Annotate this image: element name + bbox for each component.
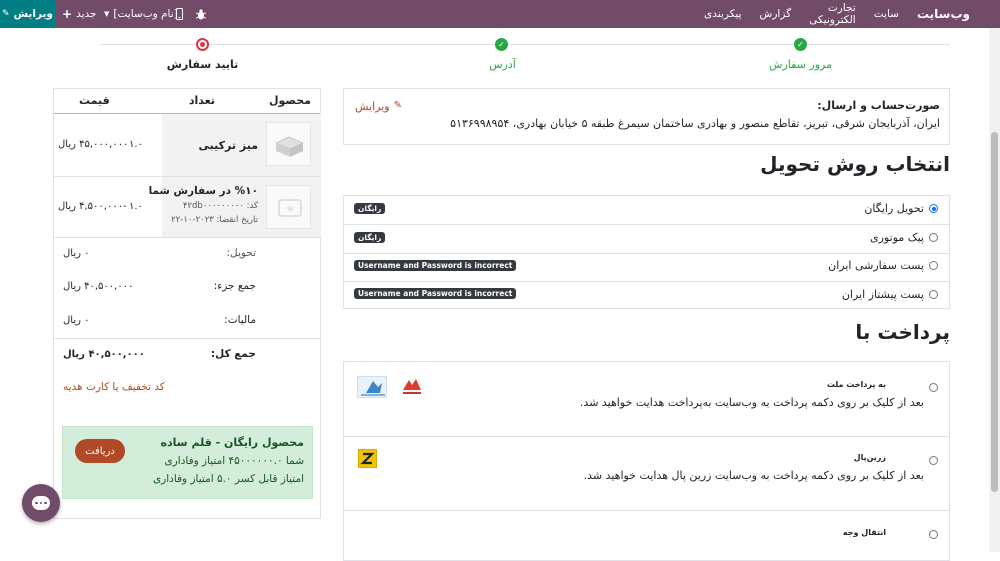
total-value-delivery: ۰ ریال xyxy=(63,248,90,259)
divider xyxy=(344,510,949,511)
step-done-check-icon: ✓ xyxy=(794,38,807,51)
chat-icon xyxy=(32,496,50,510)
edit-square-icon: ✎ xyxy=(393,100,402,111)
address-edit-label: ویرایش xyxy=(355,100,390,113)
claim-reward-button[interactable]: دریافت xyxy=(75,439,125,463)
reward-line1: شما ۴۵۰۰۰۰۰۰.۰ امتیاز وفاداری xyxy=(164,455,304,467)
reward-box: محصول رایگان - قلم ساده شما ۴۵۰۰۰۰۰۰.۰ ا… xyxy=(62,426,313,499)
shipping-methods-card: تحویل رایگان رایگان پیک موتوری رایگان پس… xyxy=(343,195,950,309)
new-button-label: جدید xyxy=(76,8,97,20)
top-navbar: ✎ ویرایش + جدید ▼ [نام وب‌سایت] وب‌سایت … xyxy=(0,0,1000,28)
shipping-name-motor[interactable]: پیک موتوری xyxy=(870,231,924,244)
shipping-name-registered[interactable]: پست سفارشی ایران xyxy=(828,259,924,272)
cart-summary: محصول تعداد قیمت میز ترکیبی ۱.۰ ۴۵,۰۰۰,۰… xyxy=(53,88,321,519)
svg-text:%: % xyxy=(287,206,293,213)
step-current-icon xyxy=(196,38,209,51)
main-menu: وب‌سایت سایت تجارت الکترونیکی گزارش پیکر… xyxy=(704,0,988,28)
reward-line2: امتیاز قابل کسر ۵.۰ امتیاز وفاداری xyxy=(152,473,304,485)
shipping-name-free[interactable]: تحویل رایگان xyxy=(864,202,924,215)
brand-name[interactable]: وب‌سایت xyxy=(917,7,970,21)
grand-total-label: جمع کل: xyxy=(210,348,256,360)
cart-line-expiry-1: تاریخ انقضا: ۲۰۲۳-۱۰-۲۲ xyxy=(171,215,258,225)
address-edit-link[interactable]: ✎ ویرایش xyxy=(355,100,402,113)
scrollbar-thumb[interactable] xyxy=(991,132,998,492)
address-title: صورت‌حساب و ارسال: xyxy=(817,99,940,112)
plus-icon: + xyxy=(62,7,73,21)
caret-down-icon: ▼ xyxy=(104,10,110,18)
shipping-radio-registered[interactable] xyxy=(929,261,938,270)
cart-line-qty-1: ۱.۰ xyxy=(129,201,143,212)
cart-line-name-1: %۱۰ در سفارش شما xyxy=(148,185,258,197)
payment-desc-mellat: بعد از کلیک بر روی دکمه پرداخت به وب‌سای… xyxy=(579,396,924,409)
cart-line-price-1: -۴,۵۰۰,۰۰۰ ریال xyxy=(58,201,127,212)
menu-item-config[interactable]: پیکربندی xyxy=(704,8,742,20)
payment-radio-transfer[interactable] xyxy=(929,530,938,539)
divider xyxy=(54,338,320,339)
divider xyxy=(344,281,949,282)
cart-line-qty-0: ۱.۰ xyxy=(129,139,143,150)
payment-name-mellat[interactable]: به پرداخت ملت xyxy=(827,380,886,389)
edit-button[interactable]: ✎ ویرایش xyxy=(0,0,55,28)
divider xyxy=(54,237,320,238)
payment-desc-zarinpal: بعد از کلیک بر روی دکمه پرداخت به وب‌سای… xyxy=(583,469,924,482)
reward-title: محصول رایگان - قلم ساده xyxy=(160,436,304,449)
cart-header-price: قیمت xyxy=(79,94,110,107)
cart-line-code-1: کد: ۴۲db۰۰۰۰۰۰۰۰۰ xyxy=(182,201,258,211)
step-label-confirm: تایید سفارش xyxy=(166,58,239,71)
shipping-badge-free: رایگان xyxy=(354,203,386,214)
pencil-icon: ✎ xyxy=(2,9,10,19)
payment-name-zarinpal[interactable]: زرین‌پال xyxy=(854,453,886,462)
coupon-link[interactable]: کد تخفیف یا کارت هدیه xyxy=(63,381,165,393)
total-label-tax: مالیات: xyxy=(224,314,256,326)
total-value-tax: ۰ ریال xyxy=(63,315,90,326)
zarinpal-logo-icon xyxy=(358,449,377,468)
total-label-subtotal: جمع جزء: xyxy=(213,280,256,292)
mobile-preview-icon[interactable] xyxy=(176,0,183,28)
divider xyxy=(344,253,949,254)
menu-item-site[interactable]: سایت xyxy=(874,8,899,20)
menu-item-ecommerce[interactable]: تجارت الکترونیکی xyxy=(809,2,856,26)
cart-header-qty: تعداد xyxy=(188,94,215,107)
website-selector[interactable]: ▼ [نام وب‌سایت] xyxy=(104,0,178,28)
divider xyxy=(344,436,949,437)
payment-methods-card: به پرداخت ملت بعد از کلیک بر روی دکمه پر… xyxy=(343,361,950,561)
shipping-name-express[interactable]: پست پیشتاز ایران xyxy=(842,288,924,301)
address-card: صورت‌حساب و ارسال: ایران، آذربایجان شرقی… xyxy=(343,88,950,145)
cart-header-product: محصول xyxy=(268,94,311,107)
progress-line xyxy=(100,44,950,45)
grand-total-value: ۴۰,۵۰۰,۰۰۰ ریال xyxy=(63,349,145,360)
product-thumbnail xyxy=(266,122,311,166)
payment-heading: پرداخت با xyxy=(855,320,950,344)
edit-button-label: ویرایش xyxy=(13,8,53,20)
total-value-subtotal: ۴۰,۵۰۰,۰۰۰ ریال xyxy=(63,281,134,292)
step-done-check-icon: ✓ xyxy=(495,38,508,51)
shipping-badge-express: Username and Password is incorrect xyxy=(354,288,517,299)
shipping-badge-registered: Username and Password is incorrect xyxy=(354,260,517,271)
step-label-review[interactable]: مرور سفارش xyxy=(758,58,843,71)
bug-icon[interactable] xyxy=(196,0,206,28)
livechat-button[interactable] xyxy=(22,484,60,522)
step-label-address[interactable]: آدرس xyxy=(460,58,545,71)
mellat-logo-icon xyxy=(399,376,425,398)
payment-radio-zarinpal[interactable] xyxy=(929,456,938,465)
payment-radio-mellat[interactable] xyxy=(929,383,938,392)
new-button[interactable]: + جدید xyxy=(62,0,97,28)
shipping-badge-motor: رایگان xyxy=(354,232,386,243)
shipping-radio-express[interactable] xyxy=(929,290,938,299)
cart-line-price-0: ۴۵,۰۰۰,۰۰۰ ریال xyxy=(58,139,129,150)
cart-line-name-0[interactable]: میز ترکیبی xyxy=(199,139,258,152)
shipping-heading: انتخاب روش تحویل xyxy=(760,152,950,176)
total-label-delivery: تحویل: xyxy=(226,247,256,259)
website-selector-label: [نام وب‌سایت] xyxy=(113,8,178,20)
divider xyxy=(344,224,949,225)
address-line: ایران، آذربایجان شرقی، تبریز، تقاطع منصو… xyxy=(450,117,940,130)
bank-logo-icon xyxy=(357,376,387,398)
shipping-radio-motor[interactable] xyxy=(929,233,938,242)
menu-item-report[interactable]: گزارش xyxy=(760,8,792,20)
shipping-radio-free[interactable] xyxy=(929,204,938,213)
coupon-thumbnail: % xyxy=(266,185,311,229)
payment-name-transfer[interactable]: انتقال وجه xyxy=(843,528,886,537)
